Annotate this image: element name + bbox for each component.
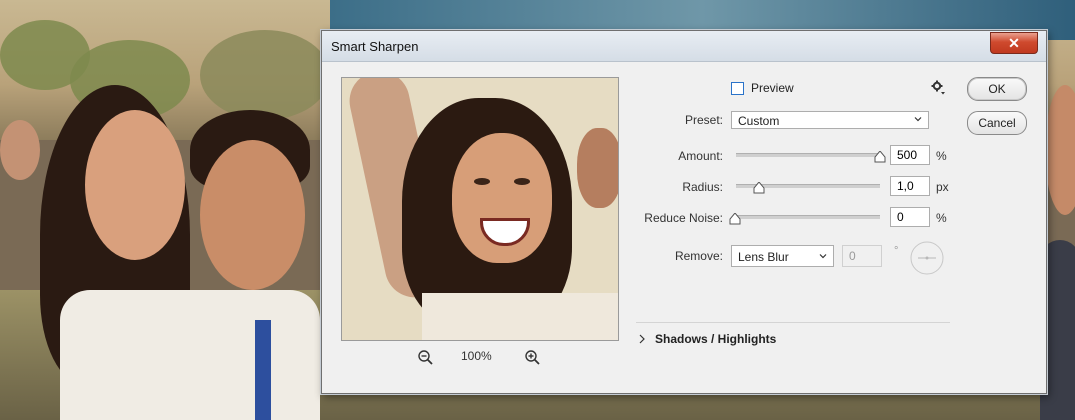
zoom-out-icon[interactable]: [417, 349, 435, 367]
zoom-level: 100%: [461, 349, 492, 363]
preview-eye: [474, 178, 490, 185]
preset-select[interactable]: Custom: [731, 111, 929, 129]
reduce-noise-input[interactable]: [890, 207, 930, 227]
close-icon: ✕: [1008, 34, 1020, 51]
preview-bg-person: [577, 128, 618, 208]
chevron-down-icon: [819, 254, 827, 259]
chevron-right-icon: [639, 334, 645, 344]
reduce-noise-slider-thumb[interactable]: [729, 213, 741, 225]
smart-sharpen-dialog: Smart Sharpen ✕ 100% Preview Preset: Cus…: [321, 30, 1047, 394]
remove-label: Remove:: [674, 249, 723, 263]
amount-unit: %: [936, 149, 947, 163]
preview-dress: [422, 293, 618, 340]
angle-dial[interactable]: [910, 241, 944, 275]
shadows-highlights-toggle[interactable]: Shadows / Highlights: [639, 332, 776, 346]
background-person-right: [1045, 85, 1075, 215]
dialog-content: 100% Preview Preset: Custom Amount: 500 …: [330, 69, 1036, 385]
angle-degree-unit: °: [894, 245, 899, 257]
radius-unit: px: [936, 180, 949, 194]
radius-input[interactable]: [890, 176, 930, 196]
preview-checkbox[interactable]: Preview: [731, 81, 794, 95]
title-bar[interactable]: Smart Sharpen ✕: [322, 31, 1046, 62]
amount-input[interactable]: [890, 145, 930, 165]
remove-value: Lens Blur: [738, 250, 789, 264]
angle-input[interactable]: [842, 245, 882, 267]
preview-image[interactable]: [341, 77, 619, 341]
dialog-title: Smart Sharpen: [331, 39, 419, 54]
amount-slider-thumb[interactable]: [874, 151, 886, 163]
ok-button[interactable]: OK: [967, 77, 1027, 101]
preview-eye: [514, 178, 530, 185]
reduce-noise-unit: %: [936, 211, 947, 225]
background-man-face: [200, 140, 305, 290]
background-person-left: [0, 120, 40, 180]
radius-slider-thumb[interactable]: [753, 182, 765, 194]
zoom-in-icon[interactable]: [524, 349, 542, 367]
preview-checkbox-label: Preview: [751, 81, 794, 95]
preview-checkbox-box[interactable]: [731, 81, 744, 95]
close-button[interactable]: ✕: [990, 32, 1038, 54]
reduce-noise-slider-track[interactable]: [736, 215, 880, 219]
preset-label: Preset:: [684, 113, 723, 127]
remove-select[interactable]: Lens Blur: [731, 245, 834, 267]
shadows-highlights-label: Shadows / Highlights: [655, 332, 777, 346]
gear-icon[interactable]: [930, 79, 946, 95]
cancel-button[interactable]: Cancel: [967, 111, 1027, 135]
amount-slider-track[interactable]: [736, 153, 880, 157]
background-woman-face: [85, 110, 185, 260]
background-bush: [200, 30, 330, 120]
preset-value: Custom: [738, 114, 780, 128]
reduce-noise-label: Reduce Noise:: [644, 211, 723, 225]
section-separator: [636, 322, 950, 323]
radius-label: Radius:: [682, 180, 723, 194]
amount-label: Amount:: [678, 149, 723, 163]
background-man-tie: [255, 320, 271, 420]
chevron-down-icon: [914, 117, 922, 122]
